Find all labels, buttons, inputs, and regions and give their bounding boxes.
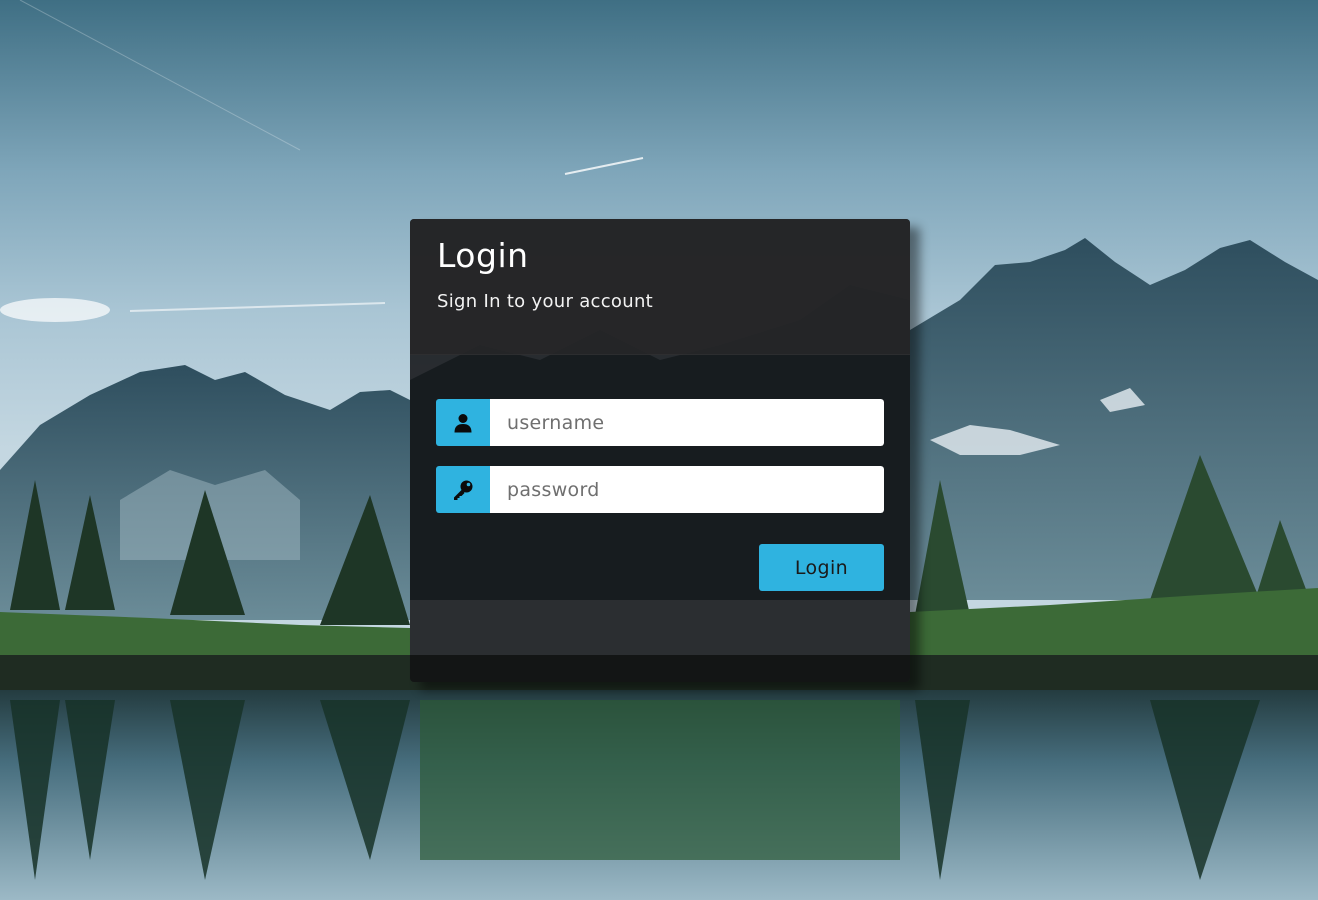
login-button[interactable]: Login	[759, 544, 884, 591]
login-title: Login	[437, 236, 529, 275]
key-icon	[436, 466, 490, 513]
user-icon	[436, 399, 490, 446]
login-subtitle: Sign In to your account	[437, 291, 654, 312]
username-input[interactable]	[490, 399, 884, 446]
login-page: Login Sign In to your account username L…	[0, 0, 1318, 900]
login-card: Login Sign In to your account username L…	[410, 219, 910, 682]
login-card-header: Login Sign In to your account	[410, 219, 910, 355]
password-input[interactable]	[490, 466, 884, 513]
username-input-group	[436, 399, 884, 446]
password-input-group	[436, 466, 884, 513]
